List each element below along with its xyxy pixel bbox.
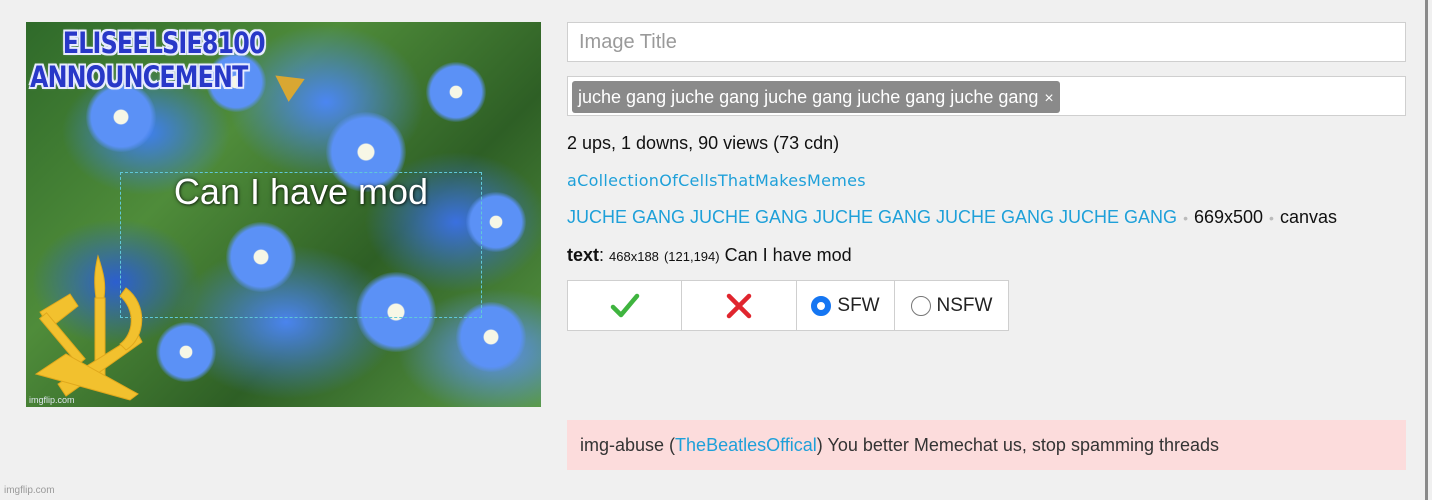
text-box-position: (121,194) [663, 249, 720, 264]
image-header-text: ELISEELSIE8100 ANNOUNCEMENT [30, 26, 266, 94]
abuse-user-link[interactable]: TheBeatlesOffical [675, 435, 817, 455]
nsfw-label: NSFW [936, 294, 993, 316]
meme-image: ELISEELSIE8100 ANNOUNCEMENT Can I have m… [26, 22, 541, 407]
sfw-radio[interactable]: SFW [796, 280, 895, 331]
radio-unselected-icon [910, 295, 931, 316]
emblem-icon [34, 254, 143, 401]
tag-chip[interactable]: juche gang juche gang juche gang juche g… [572, 81, 1060, 113]
separator-dot: • [1183, 210, 1188, 226]
image-header-line2: ANNOUNCEMENT [30, 60, 248, 94]
abuse-message: ) You better Memechat us, stop spamming … [816, 435, 1220, 455]
image-title-input[interactable] [567, 22, 1406, 62]
text-label: text [567, 245, 600, 265]
text-box-dims: 468x188 [609, 249, 659, 264]
image-meta: JUCHE GANG JUCHE GANG JUCHE GANG JUCHE G… [567, 207, 1337, 228]
flower-decoration [426, 62, 486, 122]
nsfw-radio[interactable]: NSFW [894, 280, 1009, 331]
megaphone-icon [267, 64, 305, 102]
x-icon [726, 293, 752, 318]
radio-selected-icon [811, 295, 832, 316]
remove-tag-icon[interactable]: × [1044, 83, 1053, 115]
author-link[interactable]: aCollectionOfCellsThatMakesMemes [567, 171, 866, 190]
moderation-controls: SFW NSFW [567, 280, 1009, 331]
tags-input[interactable]: juche gang juche gang juche gang juche g… [567, 76, 1406, 116]
tag-link[interactable]: JUCHE GANG JUCHE GANG JUCHE GANG JUCHE G… [567, 207, 1177, 227]
image-stats: 2 ups, 1 downs, 90 views (73 cdn) [567, 133, 840, 153]
vertical-scrollbar[interactable] [1425, 0, 1428, 500]
tag-chip-label: juche gang juche gang juche gang juche g… [578, 87, 1039, 107]
abuse-prefix: img-abuse ( [580, 435, 676, 455]
sfw-label: SFW [837, 294, 880, 316]
image-dimensions: 669x500 [1193, 207, 1264, 227]
overlay-caption: Can I have mod [173, 171, 429, 212]
site-watermark: imgflip.com [4, 485, 55, 496]
abuse-notice: img-abuse (TheBeatlesOffical) You better… [567, 420, 1406, 470]
text-box-info: text: 468x188 (121,194) Can I have mod [567, 245, 852, 265]
approve-button[interactable] [567, 280, 682, 331]
reject-button[interactable] [681, 280, 797, 331]
flower-decoration [156, 322, 216, 382]
checkmark-icon [610, 293, 639, 317]
image-watermark: imgflip.com [29, 395, 75, 405]
separator-dot: • [1269, 210, 1274, 226]
image-header-line1: ELISEELSIE8100 [62, 26, 266, 60]
image-type: canvas [1279, 207, 1337, 227]
text-box-value: Can I have mod [724, 245, 852, 265]
